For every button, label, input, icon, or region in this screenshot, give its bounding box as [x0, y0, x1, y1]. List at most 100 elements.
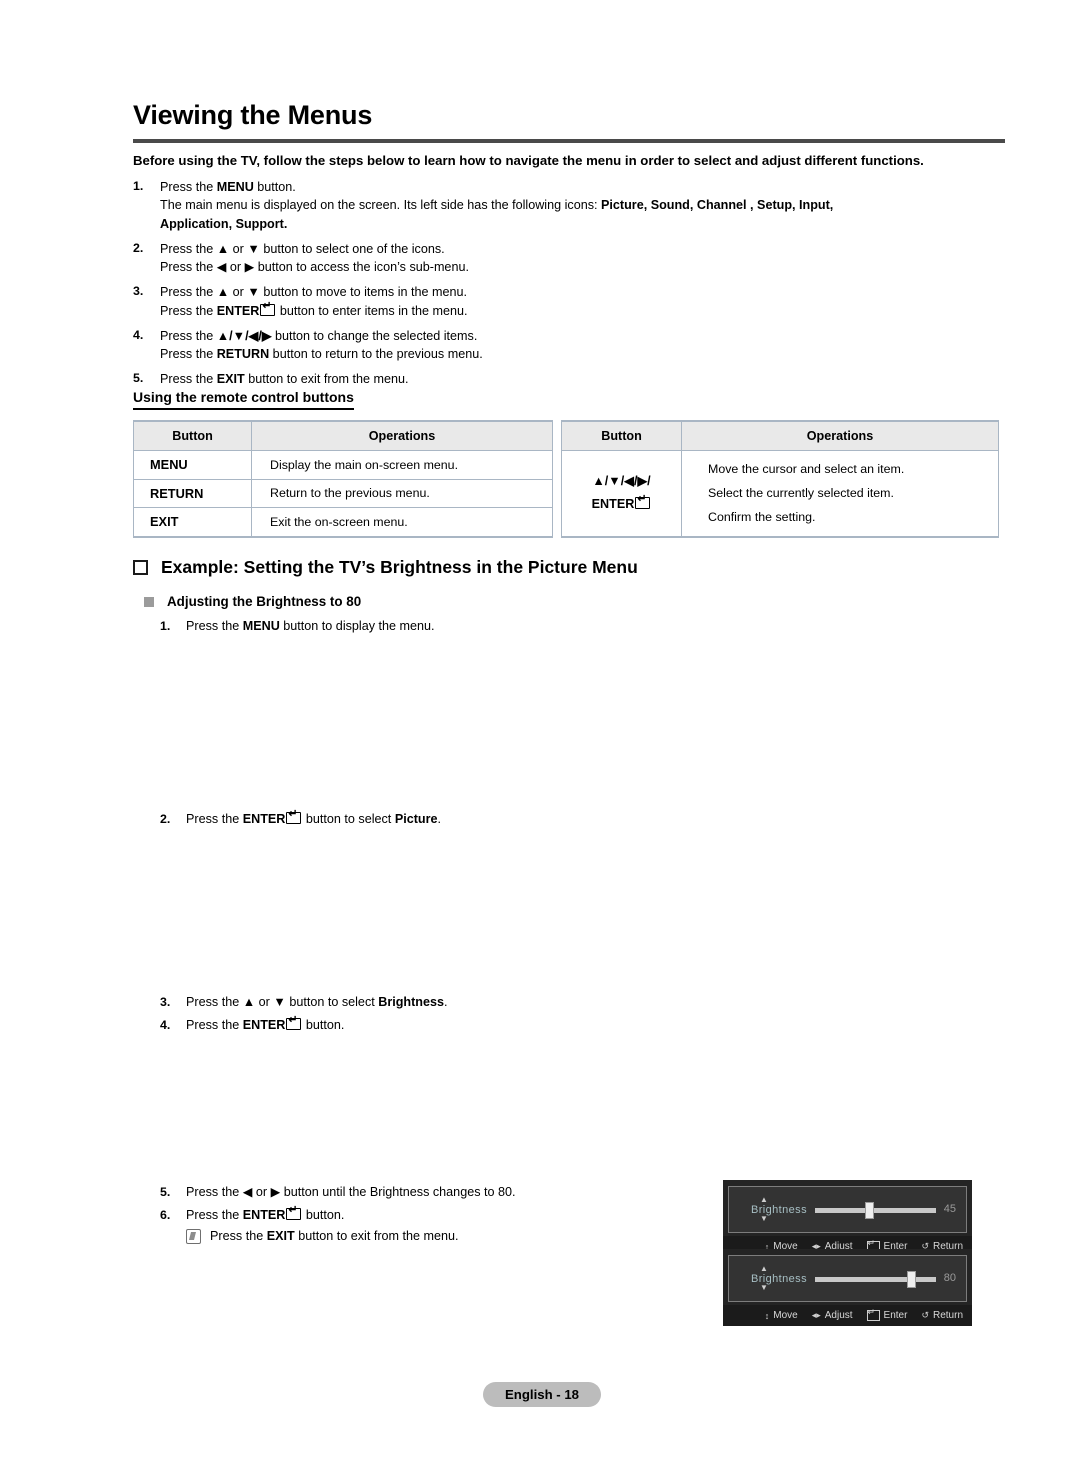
operation-line: Confirm the setting. — [708, 510, 816, 525]
step-text: Press the ◀ or ▶ button until the Bright… — [186, 1185, 516, 1199]
example-step-3: 3. Press the ▲ or ▼ button to select Bri… — [160, 993, 448, 1012]
column-header-button: Button — [561, 420, 682, 451]
enter-key-icon — [286, 808, 302, 824]
osd-label: Brightness — [751, 1203, 807, 1216]
table-row: MENU Display the main on-screen menu. — [133, 450, 553, 480]
list-item: 4. Press the ▲/▼/◀/▶ button to change th… — [133, 327, 963, 364]
list-item: 2. Press the ▲ or ▼ button to select one… — [133, 240, 963, 277]
example-step-1: 1. Press the MENU button to display the … — [160, 617, 435, 636]
osd-brightness-widget-45: ▲ ▼ Brightness 45 ↕Move ◂▸Adjust Enter ↺… — [723, 1180, 972, 1257]
leftright-icon: ◂▸ — [811, 1310, 821, 1320]
table-row: RETURN Return to the previous menu. — [133, 478, 553, 509]
note-text: Press the EXIT button to exit from the m… — [210, 1228, 459, 1243]
step-line: The main menu is displayed on the screen… — [160, 198, 834, 213]
step-line: Press the ◀ or ▶ button to access the ic… — [160, 260, 469, 274]
example-step-4: 4. Press the ENTER button. — [160, 1014, 344, 1035]
cell-button-keys: ▲/▼/◀/▶/ ENTER — [561, 449, 682, 538]
step-body: Press the ▲ or ▼ button to select one of… — [160, 240, 963, 277]
operation-line: Select the currently selected item. — [708, 486, 894, 501]
note-line: Press the EXIT button to exit from the m… — [186, 1227, 459, 1246]
column-header-operations: Operations — [251, 420, 553, 451]
step-number: 3. — [133, 284, 144, 299]
remote-buttons-tables: Button Operations MENU Display the main … — [133, 420, 999, 538]
enter-key-icon — [635, 493, 651, 510]
table-row: EXIT Exit the on-screen menu. — [133, 507, 553, 538]
step-line: Press the RETURN button to return to the… — [160, 347, 483, 361]
cell-operation: Display the main on-screen menu. — [251, 450, 553, 480]
example-heading: Example: Setting the TV’s Brightness in … — [133, 557, 638, 578]
hint-enter: Enter — [866, 1307, 907, 1321]
step-line: Press the ▲ or ▼ button to select one of… — [160, 241, 445, 256]
table-header-row: Button Operations — [133, 420, 553, 451]
step-line: Press the ENTER button to enter items in… — [160, 300, 963, 320]
page-title: Viewing the Menus — [133, 100, 373, 130]
osd-hint-bar: ↕Move ◂▸Adjust Enter ↺Return — [723, 1305, 972, 1326]
osd-brightness-widget-80: ▲ ▼ Brightness 80 ↕Move ◂▸Adjust Enter ↺… — [723, 1249, 972, 1326]
step-line: Press the MENU button. — [160, 180, 296, 194]
step-body: Press the EXIT button to exit from the m… — [160, 370, 963, 388]
list-item: 3. Press the ▲ or ▼ button to move to it… — [133, 283, 963, 320]
step-6-row: 6. Press the ENTER button. — [160, 1204, 459, 1225]
cell-operation: Exit the on-screen menu. — [251, 507, 553, 538]
remote-table-left: Button Operations MENU Display the main … — [133, 420, 553, 538]
table-row: ▲/▼/◀/▶/ ENTER Move the cursor and selec… — [561, 449, 999, 538]
step-number: 2. — [133, 240, 144, 255]
brightness-slider-handle[interactable] — [907, 1271, 917, 1288]
hint-return: ↺ Return — [921, 1310, 963, 1321]
brightness-slider-track[interactable] — [815, 1202, 936, 1219]
example-step-6: 6. Press the ENTER button. Press the EXI… — [160, 1204, 459, 1246]
step-number: 5. — [133, 371, 144, 386]
example-subheading-label: Adjusting the Brightness to 80 — [167, 594, 362, 609]
step-line: Press the EXIT button to exit from the m… — [160, 372, 409, 387]
column-header-button: Button — [133, 420, 252, 451]
operation-line: Move the cursor and select an item. — [708, 462, 905, 476]
example-step-2: 2. Press the ENTER button to select Pict… — [160, 808, 441, 829]
list-item: 1. Press the MENU button. The main menu … — [133, 178, 963, 233]
step-line: Press the ▲/▼/◀/▶ button to change the s… — [160, 328, 478, 343]
step-text: Press the ENTER button. — [186, 1014, 344, 1035]
step-text: Press the ENTER button. — [186, 1204, 344, 1225]
list-item: 5. Press the EXIT button to exit from th… — [133, 370, 963, 388]
hint-move: ↕ Move — [764, 1310, 798, 1321]
step-number: 4. — [160, 1018, 171, 1032]
arrow-down-icon: ▼ — [760, 1214, 768, 1223]
table-header-row: Button Operations — [561, 420, 999, 451]
step-text: Press the ▲ or ▼ button to select Bright… — [186, 995, 448, 1009]
page-footer-label: English - 18 — [483, 1382, 602, 1407]
direction-keys-label: ▲/▼/◀/▶/ — [592, 473, 651, 488]
brightness-slider-handle[interactable] — [864, 1202, 874, 1219]
note-pencil-icon — [186, 1228, 201, 1244]
enter-key-icon — [866, 1307, 880, 1321]
step-number: 3. — [160, 995, 171, 1009]
return-arrow-icon: ↺ — [921, 1310, 929, 1320]
brightness-slider-track[interactable] — [815, 1271, 936, 1288]
enter-key-label: ENTER — [570, 493, 673, 516]
step-number: 1. — [133, 179, 144, 193]
updown-icon: ↕ — [764, 1310, 770, 1321]
operations-stack: Move the cursor and select an item. Sele… — [690, 457, 990, 530]
step-number: 2. — [160, 812, 171, 826]
cell-button: EXIT — [133, 507, 252, 538]
cell-operations: Move the cursor and select an item. Sele… — [681, 449, 999, 538]
navigation-steps-list: 1. Press the MENU button. The main menu … — [133, 178, 963, 396]
table-gap — [553, 420, 561, 538]
step-number: 5. — [160, 1185, 171, 1199]
step-line: Press the ▲ or ▼ button to move to items… — [160, 285, 468, 300]
brightness-value: 80 — [943, 1272, 956, 1284]
step-text: Press the MENU button to display the men… — [186, 619, 435, 633]
step-body: Press the ▲/▼/◀/▶ button to change the s… — [160, 327, 963, 364]
manual-page: Viewing the Menus Before using the TV, f… — [0, 0, 1080, 1482]
cell-operation: Return to the previous menu. — [251, 478, 553, 509]
step-text: Press the ENTER button to select Picture… — [186, 808, 441, 829]
square-filled-bullet-icon — [144, 596, 154, 607]
cell-button: MENU — [133, 450, 252, 480]
step-body: Press the MENU button. The main menu is … — [160, 178, 963, 233]
example-step-5: 5. Press the ◀ or ▶ button until the Bri… — [160, 1183, 516, 1202]
remote-table-right: Button Operations ▲/▼/◀/▶/ ENTER Move th… — [561, 420, 999, 538]
key-stack: ▲/▼/◀/▶/ ENTER — [570, 470, 673, 517]
step-number: 4. — [133, 327, 144, 342]
column-header-operations: Operations — [681, 420, 999, 451]
intro-paragraph: Before using the TV, follow the steps be… — [133, 153, 924, 168]
step-line: Application, Support. — [160, 216, 288, 231]
osd-panel: ▲ ▼ Brightness 80 — [728, 1255, 967, 1302]
